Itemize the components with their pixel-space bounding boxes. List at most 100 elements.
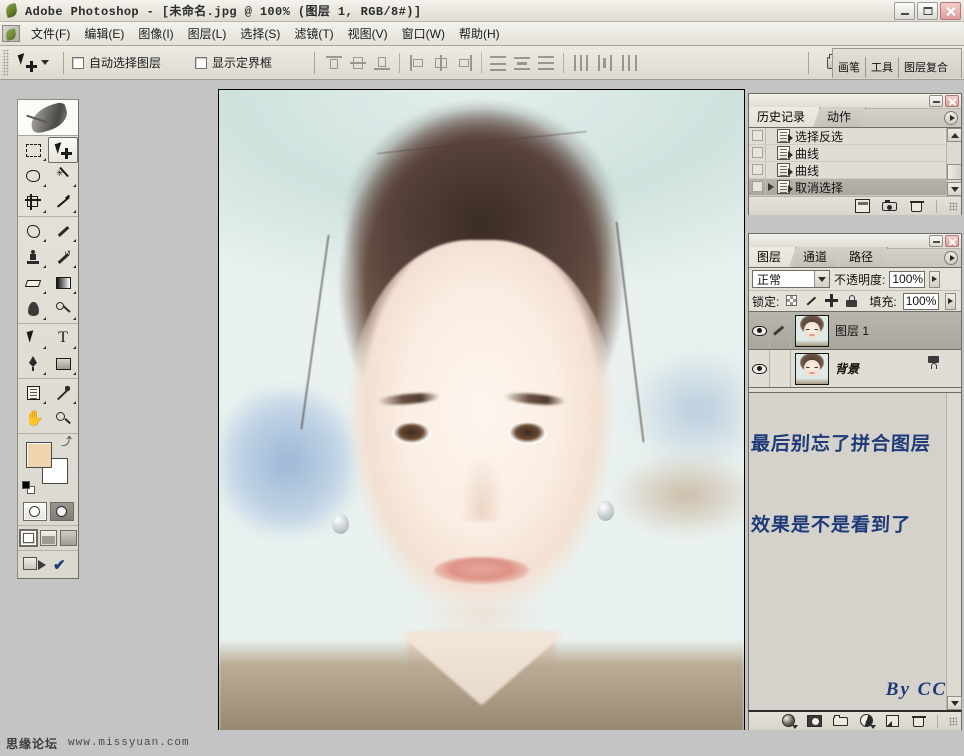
magic-wand-tool[interactable]: ✳ (48, 163, 78, 189)
rectangle-shape-tool[interactable] (48, 351, 78, 377)
lock-position-icon[interactable] (825, 294, 839, 308)
palette-well-tab-brushes[interactable]: 画笔 (833, 57, 866, 78)
tab-paths[interactable]: 路径 (841, 247, 888, 267)
layer-style-icon[interactable] (781, 714, 798, 729)
layers-palette-menu-icon[interactable] (944, 251, 958, 265)
palette-well-tab-tool-presets[interactable]: 工具 (866, 57, 899, 78)
lasso-tool[interactable] (18, 163, 48, 189)
delete-state-icon[interactable] (909, 199, 924, 213)
layer-thumbnail[interactable] (795, 352, 829, 385)
default-colors-icon[interactable] (22, 481, 35, 494)
distribute-left-edges-button[interactable] (570, 52, 592, 74)
tab-layers[interactable]: 图层 (749, 247, 796, 267)
gradient-tool[interactable] (48, 270, 78, 296)
layer-row[interactable]: 背景 (749, 350, 961, 388)
full-screen-with-menubar-button[interactable] (39, 530, 57, 546)
scroll-up-button[interactable] (947, 128, 961, 142)
tab-channels[interactable]: 通道 (795, 247, 842, 267)
healing-brush-tool[interactable] (18, 218, 48, 244)
distribute-vertical-centers-button[interactable] (511, 52, 533, 74)
current-tool-chip[interactable] (14, 51, 53, 75)
align-left-edges-button[interactable] (406, 52, 428, 74)
zoom-tool[interactable] (48, 406, 78, 432)
align-horizontal-centers-button[interactable] (430, 52, 452, 74)
history-item-current[interactable]: 取消选择 (749, 179, 961, 196)
lock-transparent-pixels-icon[interactable] (785, 294, 799, 308)
new-snapshot-icon[interactable] (882, 199, 897, 213)
jump-to-imageready-button[interactable] (22, 555, 46, 573)
blur-tool[interactable] (18, 296, 48, 322)
swap-colors-icon[interactable]: ⤴ (61, 437, 72, 448)
scroll-down-button[interactable] (947, 696, 962, 710)
layers-minimize-button[interactable] (929, 235, 943, 247)
menu-layer[interactable]: 图层(L) (181, 22, 234, 45)
new-adjustment-layer-icon[interactable] (859, 714, 876, 729)
lock-all-icon[interactable] (845, 294, 859, 308)
clone-stamp-tool[interactable] (18, 244, 48, 270)
menu-window[interactable]: 窗口(W) (395, 22, 452, 45)
tab-history[interactable]: 历史记录 (749, 107, 820, 127)
lock-image-pixels-icon[interactable] (805, 294, 819, 308)
menu-help[interactable]: 帮助(H) (452, 22, 507, 45)
align-bottom-edges-button[interactable] (371, 52, 393, 74)
new-group-icon[interactable] (833, 714, 848, 728)
marquee-tool[interactable] (18, 137, 48, 163)
layer-visibility-toggle[interactable] (749, 312, 770, 349)
hand-tool[interactable]: ✋ (18, 406, 48, 432)
history-minimize-button[interactable] (929, 95, 943, 107)
history-palette-menu-icon[interactable] (944, 111, 958, 125)
eraser-tool[interactable] (18, 270, 48, 296)
checkbox-box[interactable] (72, 56, 84, 69)
options-bar-grip[interactable] (2, 49, 9, 76)
layer-visibility-toggle[interactable] (749, 350, 770, 387)
history-snapshot-source-checkbox[interactable] (749, 128, 766, 144)
path-selection-tool[interactable] (18, 325, 48, 351)
align-right-edges-button[interactable] (454, 52, 476, 74)
notes-tool[interactable] (18, 380, 48, 406)
history-snapshot-source-checkbox[interactable] (749, 179, 766, 195)
fill-slider-arrow[interactable] (944, 292, 956, 310)
opacity-slider-arrow[interactable] (929, 270, 941, 288)
distribute-horizontal-centers-button[interactable] (594, 52, 616, 74)
layer-name[interactable]: 图层 1 (835, 322, 869, 339)
fill-field[interactable]: 100% (902, 292, 939, 310)
menu-file[interactable]: 文件(F) (24, 22, 77, 45)
full-screen-mode-button[interactable] (59, 530, 77, 546)
blend-mode-select[interactable]: 正常 (752, 270, 830, 288)
layer-active-indicator[interactable] (770, 312, 791, 349)
foreground-color-swatch[interactable] (26, 442, 52, 468)
menu-select[interactable]: 选择(S) (233, 22, 287, 45)
resize-grip[interactable] (949, 201, 957, 211)
history-close-button[interactable] (945, 95, 959, 107)
history-snapshot-source-checkbox[interactable] (749, 145, 766, 161)
slice-tool[interactable] (48, 189, 78, 215)
checkbox-box[interactable] (195, 56, 208, 69)
history-brush-tool[interactable]: ↺ (48, 244, 78, 270)
align-vertical-centers-button[interactable] (347, 52, 369, 74)
layers-scrollbar[interactable] (946, 393, 962, 710)
move-tool[interactable] (48, 137, 78, 163)
history-scrollbar[interactable] (946, 128, 961, 196)
history-snapshot-source-checkbox[interactable] (749, 162, 766, 178)
quick-mask-mode-button[interactable] (49, 502, 74, 521)
distribute-bottom-edges-button[interactable] (535, 52, 557, 74)
distribute-right-edges-button[interactable] (618, 52, 640, 74)
opacity-field[interactable]: 100% (889, 270, 926, 288)
standard-mode-button[interactable] (22, 502, 47, 521)
menu-image[interactable]: 图像(I) (131, 22, 180, 45)
chevron-down-icon[interactable] (814, 271, 829, 287)
resize-grip[interactable] (949, 716, 957, 726)
layer-name[interactable]: 背景 (835, 360, 859, 377)
new-document-from-state-icon[interactable] (855, 199, 870, 213)
history-item[interactable]: 选择反选 (749, 128, 961, 145)
menu-edit[interactable]: 编辑(E) (77, 22, 131, 45)
scroll-down-button[interactable] (947, 182, 961, 196)
crop-tool[interactable] (18, 189, 48, 215)
align-top-edges-button[interactable] (323, 52, 345, 74)
tab-actions[interactable]: 动作 (819, 107, 866, 127)
layer-mask-icon[interactable] (807, 714, 822, 728)
close-button[interactable] (940, 2, 961, 20)
toolbox-logo[interactable] (18, 100, 78, 136)
menu-filter[interactable]: 滤镜(T) (287, 22, 340, 45)
dodge-tool[interactable] (48, 296, 78, 322)
